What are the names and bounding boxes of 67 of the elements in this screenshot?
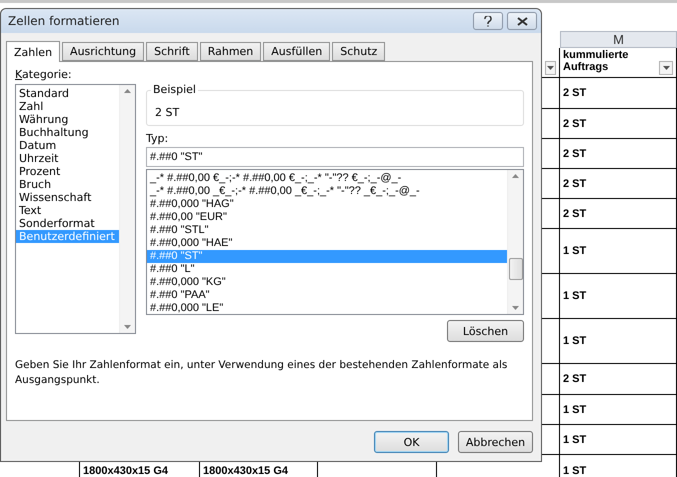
- table-cell: 1 ST: [560, 229, 677, 274]
- close-button[interactable]: [507, 12, 537, 30]
- filter-button[interactable]: [545, 61, 556, 75]
- table-cell: 1 ST: [560, 425, 677, 455]
- format-item[interactable]: _-* #.##0,00 _€_-;-* #.##0,00 _€_-;_-* "-"?? _€_-;_-@_-: [147, 185, 507, 198]
- description-text: Geben Sie Ihr Zahlenformat ein, unter Verwendung eines der bestehenden Zahlenformate als Ausgangspunkt.: [15, 358, 508, 388]
- caret-icon: [662, 66, 670, 70]
- category-item[interactable]: Zahl: [16, 100, 119, 113]
- type-field[interactable]: #.##0 "ST": [146, 147, 524, 167]
- caret-icon: [547, 66, 554, 70]
- category-item[interactable]: Datum: [16, 139, 119, 152]
- format-item[interactable]: #.##0 "STL": [147, 224, 507, 237]
- format-item[interactable]: #.##0,000 "HAE": [147, 237, 507, 250]
- tab[interactable]: Schrift: [146, 42, 198, 61]
- table-cell: 2 ST: [560, 364, 677, 395]
- category-item[interactable]: Prozent: [16, 165, 119, 178]
- window-title: Zellen formatieren: [8, 14, 120, 28]
- scrollbar[interactable]: [119, 85, 135, 333]
- table-cell: 2 ST: [560, 109, 677, 139]
- category-list[interactable]: Standard Zahl Währung Buchhaltung Datum Uhrzeit Prozent Bruch Wissenschaft Text Sonderformat Benutzerdefiniert: [15, 84, 136, 334]
- category-item[interactable]: Bruch: [16, 178, 119, 191]
- help-icon: [484, 16, 492, 26]
- format-item[interactable]: #.##0 "PAA": [147, 289, 507, 302]
- category-label: Kategorie:: [15, 68, 73, 81]
- header-text: kummulierte Auftrags: [563, 49, 630, 73]
- format-item[interactable]: #.##0,000 "KG": [147, 276, 507, 289]
- delete-button[interactable]: Löschen: [447, 320, 524, 342]
- table-cell: 2 ST: [560, 169, 677, 199]
- category-item[interactable]: Text: [16, 204, 119, 217]
- ok-button[interactable]: OK: [374, 431, 449, 453]
- type-label: Typ:: [146, 132, 168, 145]
- tab[interactable]: Schutz: [332, 42, 386, 61]
- scroll-up-icon[interactable]: [124, 89, 131, 93]
- column-header[interactable]: M: [560, 31, 677, 48]
- help-button[interactable]: [473, 12, 503, 30]
- group-label: Beispiel: [151, 83, 198, 96]
- table-cell: 1 ST: [560, 395, 677, 425]
- format-item[interactable]: #.##0 "L": [147, 263, 507, 276]
- format-list[interactable]: [146, 169, 524, 315]
- tab[interactable]: Ausfüllen: [263, 42, 330, 61]
- filter-button[interactable]: [659, 61, 673, 75]
- category-item[interactable]: Standard: [16, 87, 119, 100]
- tab[interactable]: Zahlen: [6, 41, 60, 62]
- format-item[interactable]: #.##0,00 "EUR": [147, 211, 507, 224]
- category-item[interactable]: Wissenschaft: [16, 191, 119, 204]
- table-cell: 1 ST: [560, 274, 677, 319]
- format-item[interactable]: #.##0,000 "LE": [147, 302, 507, 314]
- table-cell: 2 ST: [560, 139, 677, 169]
- table-cell: 1 ST: [560, 455, 677, 477]
- table-cell: 1 ST: [560, 319, 677, 364]
- cancel-button[interactable]: Abbrechen: [458, 431, 533, 453]
- sample-text: 2 ST: [155, 106, 180, 118]
- format-item[interactable]: _-* #.##0,00 €_-;-* #.##0,00 €_-;_-* "-"?? €_-;_-@_-: [147, 172, 507, 185]
- category-item[interactable]: Sonderformat: [16, 217, 119, 230]
- format-item[interactable]: #.##0,000 "HAG": [147, 198, 507, 211]
- table-cell: 2 ST: [560, 199, 677, 229]
- scrollbar-thumb[interactable]: [509, 258, 523, 280]
- category-item[interactable]: Uhrzeit: [16, 152, 119, 165]
- tab[interactable]: Rahmen: [200, 42, 262, 61]
- close-icon: [516, 16, 528, 26]
- scroll-down-icon[interactable]: [512, 306, 519, 310]
- table-cell: 2 ST: [560, 78, 677, 109]
- category-item[interactable]: Währung: [16, 113, 119, 126]
- tab[interactable]: Ausrichtung: [62, 42, 144, 61]
- scroll-down-icon[interactable]: [124, 325, 131, 329]
- scroll-up-icon[interactable]: [512, 174, 519, 178]
- category-item[interactable]: Buchhaltung: [16, 126, 119, 139]
